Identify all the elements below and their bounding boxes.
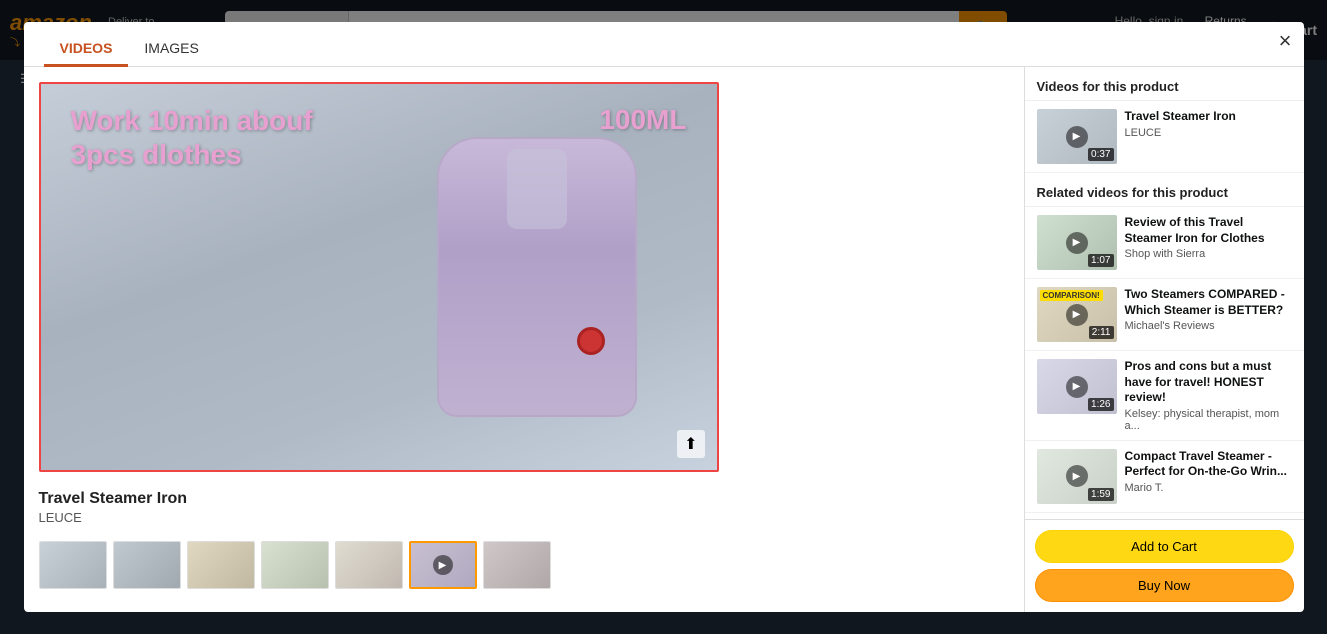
sidebar-duration-related-1: 1:07 (1088, 254, 1113, 267)
sidebar-related-video-1[interactable]: ▶ 1:07 Review of this Travel Steamer Iro… (1025, 207, 1304, 279)
thumbnail-7[interactable] (483, 541, 551, 589)
sidebar-play-icon-related-4: ▶ (1066, 465, 1088, 487)
sidebar-section-1-title: Videos for this product (1025, 67, 1304, 101)
sidebar-related-video-4[interactable]: ▶ 1:59 Compact Travel Steamer - Perfect … (1025, 441, 1304, 513)
tab-images[interactable]: IMAGES (128, 32, 214, 67)
share-icon: ⬆ (684, 436, 697, 453)
share-button[interactable]: ⬆ (677, 430, 704, 458)
sidebar-video-channel-related-2: Michael's Reviews (1125, 320, 1292, 332)
sidebar-scroll-area[interactable]: Videos for this product ▶ 0:37 Travel St… (1025, 67, 1304, 519)
video-overlay-text-right: 100ML (599, 104, 686, 136)
sidebar-section-2-title: Related videos for this product (1025, 173, 1304, 207)
thumbnail-2[interactable] (113, 541, 181, 589)
steamer-top (507, 149, 567, 229)
thumbnail-4[interactable] (261, 541, 329, 589)
thumbnail-5[interactable] (335, 541, 403, 589)
sidebar-duration-1: 0:37 (1088, 148, 1113, 161)
add-to-cart-button[interactable]: Add to Cart (1035, 530, 1294, 563)
video-info: Travel Steamer Iron LEUCE (39, 482, 1009, 533)
main-video-player[interactable]: Work 10min abouf3pcs dlothes 100ML ⬆ (39, 82, 719, 472)
modal-body: Work 10min abouf3pcs dlothes 100ML ⬆ Tra… (24, 67, 1304, 612)
sidebar-video-channel-related-4: Mario T. (1125, 482, 1292, 494)
steamer-button-visual (577, 327, 605, 355)
tab-videos[interactable]: VIDEOS (44, 32, 129, 67)
sidebar-play-icon-related-1: ▶ (1066, 232, 1088, 254)
video-area: Work 10min abouf3pcs dlothes 100ML ⬆ Tra… (24, 67, 1024, 612)
video-sidebar: Videos for this product ▶ 0:37 Travel St… (1024, 67, 1304, 612)
sidebar-thumb-related-3: ▶ 1:26 (1037, 359, 1117, 414)
sidebar-video-title-related-4: Compact Travel Steamer - Perfect for On-… (1125, 449, 1292, 480)
media-modal: × VIDEOS IMAGES (24, 22, 1304, 612)
sidebar-video-channel-related-1: Shop with Sierra (1125, 248, 1292, 260)
sidebar-video-info-related-2: Two Steamers COMPARED - Which Steamer is… (1125, 287, 1292, 342)
thumbnail-3[interactable] (187, 541, 255, 589)
sidebar-video-info-related-4: Compact Travel Steamer - Perfect for On-… (1125, 449, 1292, 504)
video-overlay-text-left: Work 10min abouf3pcs dlothes (71, 104, 313, 171)
sidebar-play-icon-related-3: ▶ (1066, 376, 1088, 398)
comparison-badge: COMPARISON! (1040, 290, 1103, 301)
sidebar-related-video-3[interactable]: ▶ 1:26 Pros and cons but a must have for… (1025, 351, 1304, 441)
sidebar-play-icon-1: ▶ (1066, 126, 1088, 148)
sidebar-video-info-1: Travel Steamer Iron LEUCE (1125, 109, 1292, 164)
sidebar-play-icon-related-2: ▶ (1066, 304, 1088, 326)
sidebar-video-title-related-3: Pros and cons but a must have for travel… (1125, 359, 1292, 406)
modal-overlay: × VIDEOS IMAGES (0, 0, 1327, 634)
steamer-device-visual (437, 137, 637, 417)
sidebar-video-info-related-3: Pros and cons but a must have for travel… (1125, 359, 1292, 432)
sidebar-thumb-related-2: COMPARISON! ▶ 2:11 (1037, 287, 1117, 342)
video-brand: LEUCE (39, 510, 1009, 525)
sidebar-video-title-1: Travel Steamer Iron (1125, 109, 1292, 125)
modal-tabs: VIDEOS IMAGES (24, 22, 1304, 67)
sidebar-thumb-related-4: ▶ 1:59 (1037, 449, 1117, 504)
sidebar-duration-related-4: 1:59 (1088, 488, 1113, 501)
sidebar-thumb-related-1: ▶ 1:07 (1037, 215, 1117, 270)
sidebar-video-channel-1: LEUCE (1125, 127, 1292, 139)
sidebar-video-info-related-1: Review of this Travel Steamer Iron for C… (1125, 215, 1292, 270)
sidebar-thumb-1: ▶ 0:37 (1037, 109, 1117, 164)
sidebar-duration-related-3: 1:26 (1088, 398, 1113, 411)
sidebar-video-title-related-1: Review of this Travel Steamer Iron for C… (1125, 215, 1292, 246)
sidebar-video-title-related-2: Two Steamers COMPARED - Which Steamer is… (1125, 287, 1292, 318)
sidebar-product-video-1[interactable]: ▶ 0:37 Travel Steamer Iron LEUCE (1025, 101, 1304, 173)
buy-now-button[interactable]: Buy Now (1035, 569, 1294, 602)
thumbnails-row: ▶ (39, 541, 1009, 589)
thumbnail-1[interactable] (39, 541, 107, 589)
sidebar-actions: Add to Cart Buy Now (1025, 519, 1304, 612)
thumb-play-icon: ▶ (433, 555, 453, 575)
video-title: Travel Steamer Iron (39, 490, 1009, 508)
sidebar-duration-related-2: 2:11 (1089, 326, 1114, 339)
close-button[interactable]: × (1279, 30, 1292, 52)
thumbnail-6-video[interactable]: ▶ (409, 541, 477, 589)
sidebar-video-channel-related-3: Kelsey: physical therapist, mom a... (1125, 408, 1292, 432)
sidebar-related-video-2[interactable]: COMPARISON! ▶ 2:11 Two Steamers COMPARED… (1025, 279, 1304, 351)
